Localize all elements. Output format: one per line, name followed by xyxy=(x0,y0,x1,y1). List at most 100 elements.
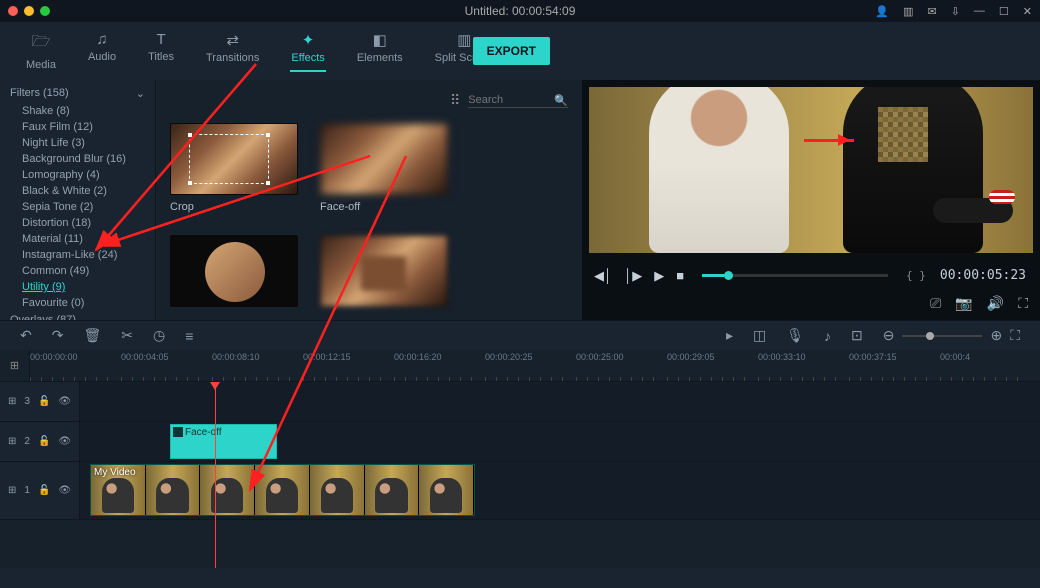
face-pixelation xyxy=(878,107,928,162)
music-icon[interactable]: ♪ xyxy=(824,328,831,344)
mail-icon[interactable]: ✉ xyxy=(927,5,936,18)
track-1: ⊞1🔓👁My Video xyxy=(0,462,1040,520)
fullscreen-icon[interactable]: ⛶ xyxy=(1018,295,1028,312)
cut-icon[interactable]: ✂ xyxy=(121,327,133,344)
tab-effects[interactable]: ✦Effects xyxy=(275,25,340,77)
sidebar-item-favourite[interactable]: Favourite (0) xyxy=(0,295,155,311)
sidebar-item-night[interactable]: Night Life (3) xyxy=(0,135,155,151)
stop-button[interactable]: ■ xyxy=(676,268,684,283)
delete-icon[interactable]: 🗑 xyxy=(83,327,101,344)
save-icon[interactable]: ▥ xyxy=(903,5,913,18)
step-back-button[interactable]: │▶ xyxy=(624,268,642,284)
effect-crop[interactable]: Crop xyxy=(170,123,298,213)
preview-timestamp: 00:00:05:23 xyxy=(938,266,1028,285)
window-title: Untitled: 00:00:54:09 xyxy=(465,4,576,18)
sidebar-item-faux[interactable]: Faux Film (12) xyxy=(0,119,155,135)
sidebar-item-lomography[interactable]: Lomography (4) xyxy=(0,167,155,183)
zoom-slider[interactable] xyxy=(902,335,982,337)
track-head[interactable]: ⊞3🔓👁 xyxy=(0,382,80,421)
clip-faceoff[interactable]: Face-off xyxy=(170,424,277,459)
marker-icon[interactable]: ◷ xyxy=(153,327,165,344)
track-body[interactable] xyxy=(80,382,1040,421)
sidebar-item-black[interactable]: Black & White (2) xyxy=(0,183,155,199)
track-head[interactable]: ⊞1🔓👁 xyxy=(0,462,80,519)
visibility-icon[interactable]: 👁 xyxy=(58,396,71,407)
zoom-fit-icon[interactable]: ⛶ xyxy=(1010,327,1020,344)
preview-video[interactable] xyxy=(589,87,1033,253)
grid-view-icon[interactable]: ⠿ xyxy=(450,92,460,109)
min-icon[interactable]: — xyxy=(974,5,985,17)
camera-icon[interactable]: 📷 xyxy=(955,295,972,312)
timeline-settings-icon[interactable]: ⊞ xyxy=(0,350,30,381)
track-type-icon: ⊞ xyxy=(8,396,16,407)
track-body[interactable]: Face-off xyxy=(80,422,1040,461)
track-type-icon: ⊞ xyxy=(8,485,16,496)
visibility-icon[interactable]: 👁 xyxy=(58,436,71,447)
media-icon: 🗁 xyxy=(32,31,51,56)
titles-icon: T xyxy=(156,31,165,48)
split screen-icon: ▥ xyxy=(457,31,471,49)
elements-icon: ◧ xyxy=(373,31,387,49)
maximize-button[interactable] xyxy=(40,6,50,16)
close-button[interactable] xyxy=(8,6,18,16)
tab-elements[interactable]: ◧Elements xyxy=(341,25,419,77)
sidebar-item-background[interactable]: Background Blur (16) xyxy=(0,151,155,167)
visibility-icon[interactable]: 👁 xyxy=(58,485,71,496)
minimize-button[interactable] xyxy=(24,6,34,16)
search-icon: 🔍 xyxy=(554,94,568,107)
play-button[interactable]: ▶ xyxy=(654,268,664,284)
chevron-down-icon: ⌄ xyxy=(136,314,145,320)
mixer-icon[interactable]: ⊡ xyxy=(851,327,863,344)
sidebar-group-overlays[interactable]: Overlays (87)⌄ xyxy=(0,311,155,320)
tab-media[interactable]: 🗁Media xyxy=(10,25,72,77)
zoom-out-icon[interactable]: ⊖ xyxy=(883,327,895,344)
lock-icon[interactable]: 🔓 xyxy=(38,396,50,407)
render-icon[interactable]: ▸ xyxy=(726,327,733,344)
lock-icon[interactable]: 🔓 xyxy=(38,436,50,447)
snapshot-toggle-icon[interactable]: ⎚ xyxy=(930,295,941,312)
effect-mosaic[interactable]: Mosaic xyxy=(320,235,448,312)
export-button[interactable]: EXPORT xyxy=(473,37,550,65)
track-body[interactable]: My Video xyxy=(80,462,1040,519)
progress-bar[interactable] xyxy=(702,274,888,277)
max-icon[interactable]: ☐ xyxy=(999,5,1009,18)
track-type-icon: ⊞ xyxy=(8,436,16,447)
mic-icon[interactable]: ⇩ xyxy=(951,5,960,18)
sidebar-item-material[interactable]: Material (11) xyxy=(0,231,155,247)
effect-image-mask[interactable]: Image Mask xyxy=(170,235,298,312)
clip-video[interactable]: My Video xyxy=(90,464,475,516)
effect-face-off[interactable]: Face-off xyxy=(320,123,448,213)
tab-transitions[interactable]: ⇄Transitions xyxy=(190,25,275,77)
account-icon[interactable]: 👤 xyxy=(875,5,889,18)
loop-indicator[interactable]: { } xyxy=(906,269,926,282)
lock-icon[interactable]: 🔓 xyxy=(38,485,50,496)
sidebar-group-filters[interactable]: Filters (158)⌄ xyxy=(0,84,155,103)
person-left xyxy=(649,87,789,253)
settings-icon[interactable]: ≡ xyxy=(185,328,193,344)
sidebar-item-utility[interactable]: Utility (9) xyxy=(0,279,155,295)
audio-icon: ♫ xyxy=(96,31,107,48)
tab-titles[interactable]: TTitles xyxy=(132,25,190,77)
sidebar-item-sepia[interactable]: Sepia Tone (2) xyxy=(0,199,155,215)
sidebar-item-instagram-like[interactable]: Instagram-Like (24) xyxy=(0,247,155,263)
zoom-in-icon[interactable]: ⊕ xyxy=(990,327,1002,344)
sidebar: Filters (158)⌄ Shake (8)Faux Film (12)Ni… xyxy=(0,80,155,320)
voice-icon[interactable]: 🎙 xyxy=(786,327,804,344)
track-head[interactable]: ⊞2🔓👁 xyxy=(0,422,80,461)
sidebar-item-distortion[interactable]: Distortion (18) xyxy=(0,215,155,231)
search-input[interactable]: 🔍 xyxy=(468,94,568,108)
close-icon[interactable]: ✕ xyxy=(1023,5,1032,18)
effects-icon: ✦ xyxy=(302,31,315,49)
undo-icon[interactable]: ↶ xyxy=(20,327,32,344)
tab-audio[interactable]: ♫Audio xyxy=(72,25,132,77)
redo-icon[interactable]: ↷ xyxy=(52,327,64,344)
track-2: ⊞2🔓👁Face-off xyxy=(0,422,1040,462)
shield-icon[interactable]: ◫ xyxy=(753,327,766,344)
sidebar-item-common[interactable]: Common (49) xyxy=(0,263,155,279)
transitions-icon: ⇄ xyxy=(226,31,239,49)
sidebar-item-shake[interactable]: Shake (8) xyxy=(0,103,155,119)
prev-button[interactable]: ◀│ xyxy=(594,268,612,284)
volume-icon[interactable]: 🔊 xyxy=(987,295,1004,312)
timeline-ruler[interactable]: 00:00:00:0000:00:04:0500:00:08:1000:00:1… xyxy=(30,350,1040,381)
chevron-down-icon: ⌄ xyxy=(136,87,145,100)
